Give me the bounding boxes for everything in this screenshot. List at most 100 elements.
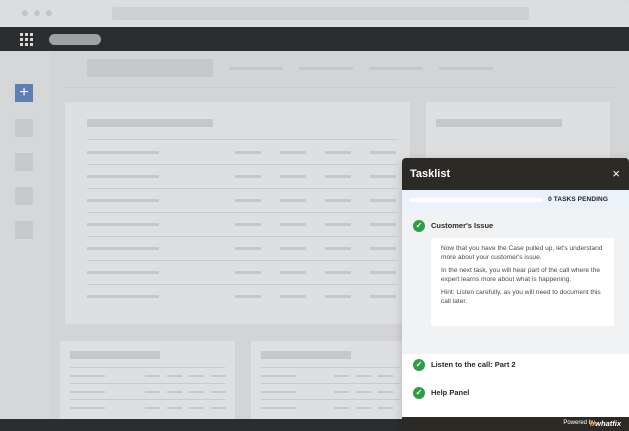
close-icon[interactable]: × <box>612 166 620 181</box>
row-placeholder <box>280 247 306 250</box>
row-placeholder <box>280 175 306 178</box>
side-card <box>426 102 610 162</box>
row-placeholder <box>370 199 396 202</box>
divider <box>87 164 397 165</box>
row-placeholder <box>325 295 351 298</box>
whatfix-logo[interactable]: wwhatfix <box>589 419 621 428</box>
task-description-paragraph: Hint: Listen carefully, as you will need… <box>441 289 601 305</box>
row-placeholder <box>189 375 204 377</box>
row-placeholder <box>87 295 159 298</box>
row-placeholder <box>261 375 296 377</box>
tab-placeholder[interactable] <box>229 67 283 70</box>
row-placeholder <box>370 271 396 274</box>
card-title-placeholder <box>436 119 562 127</box>
row-placeholder <box>167 375 182 377</box>
window-dot-icon <box>46 10 52 16</box>
divider <box>65 87 615 88</box>
row-placeholder <box>280 271 306 274</box>
bottom-card <box>251 341 406 419</box>
task-description-paragraph: In the next task, you will hear part of … <box>441 267 601 283</box>
row-placeholder <box>235 295 261 298</box>
record-card <box>65 102 410 324</box>
row-placeholder <box>356 375 371 377</box>
row-placeholder <box>235 271 261 274</box>
row-placeholder <box>167 407 182 409</box>
row-placeholder <box>87 175 159 178</box>
row-placeholder <box>70 407 105 409</box>
task-item-listen-call-part-2[interactable]: ✓ Listen to the call: Part 2 <box>402 351 629 379</box>
tasklist-header: Tasklist × <box>402 158 629 190</box>
row-placeholder <box>167 391 182 393</box>
row-placeholder <box>334 375 349 377</box>
window-dot-icon <box>34 10 40 16</box>
tab-placeholder[interactable] <box>369 67 423 70</box>
row-placeholder <box>370 151 396 154</box>
row-placeholder <box>280 199 306 202</box>
row-placeholder <box>325 271 351 274</box>
row-placeholder <box>87 151 159 154</box>
divider <box>87 284 397 285</box>
row-placeholder <box>261 407 296 409</box>
card-title-placeholder <box>87 119 213 127</box>
row-placeholder <box>189 391 204 393</box>
row-placeholder <box>235 223 261 226</box>
tasks-pending-label: 0 TASKS PENDING <box>548 196 608 203</box>
app-launcher-icon[interactable] <box>20 33 33 46</box>
row-placeholder <box>356 391 371 393</box>
rail-nav-item[interactable] <box>15 187 33 205</box>
row-placeholder <box>87 247 159 250</box>
row-placeholder <box>325 223 351 226</box>
row-placeholder <box>325 247 351 250</box>
task-item-help-panel[interactable]: ✓ Help Panel <box>402 379 629 407</box>
row-placeholder <box>378 407 393 409</box>
row-placeholder <box>145 407 160 409</box>
rail-nav-item[interactable] <box>15 221 33 239</box>
divider <box>261 399 401 400</box>
app-name-placeholder[interactable] <box>49 34 101 45</box>
rail-nav-item[interactable] <box>15 119 33 137</box>
card-title-placeholder <box>261 351 351 359</box>
divider <box>70 399 225 400</box>
card-title-placeholder <box>70 351 160 359</box>
task-description-paragraph: Now that you have the Case pulled up, le… <box>441 245 603 261</box>
task-item-customers-issue[interactable]: ✓ Customer's Issue <box>402 212 629 240</box>
divider <box>70 383 225 384</box>
row-placeholder <box>87 199 159 202</box>
task-label: Listen to the call: Part 2 <box>431 360 516 369</box>
row-placeholder <box>370 223 396 226</box>
task-label: Customer's Issue <box>431 221 494 230</box>
tasklist-title: Tasklist <box>410 168 451 180</box>
window-dot-icon <box>22 10 28 16</box>
row-placeholder <box>235 247 261 250</box>
row-placeholder <box>211 407 226 409</box>
row-placeholder <box>280 151 306 154</box>
row-placeholder <box>145 391 160 393</box>
divider <box>87 188 397 189</box>
row-placeholder <box>325 151 351 154</box>
row-placeholder <box>235 175 261 178</box>
rail-nav-item[interactable] <box>15 153 33 171</box>
check-icon: ✓ <box>413 359 425 371</box>
tab-placeholder[interactable] <box>299 67 353 70</box>
tab-placeholder[interactable] <box>439 67 493 70</box>
add-icon[interactable]: + <box>15 84 33 102</box>
row-placeholder <box>235 151 261 154</box>
divider <box>261 383 401 384</box>
row-placeholder <box>378 391 393 393</box>
row-placeholder <box>370 247 396 250</box>
tasklist-footer: Powered by wwhatfix <box>402 417 629 431</box>
row-placeholder <box>70 375 105 377</box>
row-placeholder <box>261 391 296 393</box>
address-bar[interactable] <box>112 7 529 20</box>
browser-window-chrome <box>0 0 629 27</box>
task-label: Help Panel <box>431 388 470 397</box>
row-placeholder <box>87 223 159 226</box>
row-placeholder <box>280 295 306 298</box>
divider <box>70 367 225 368</box>
row-placeholder <box>370 295 396 298</box>
divider <box>87 236 397 237</box>
row-placeholder <box>370 175 396 178</box>
row-placeholder <box>211 391 226 393</box>
row-placeholder <box>280 223 306 226</box>
divider <box>87 139 397 140</box>
